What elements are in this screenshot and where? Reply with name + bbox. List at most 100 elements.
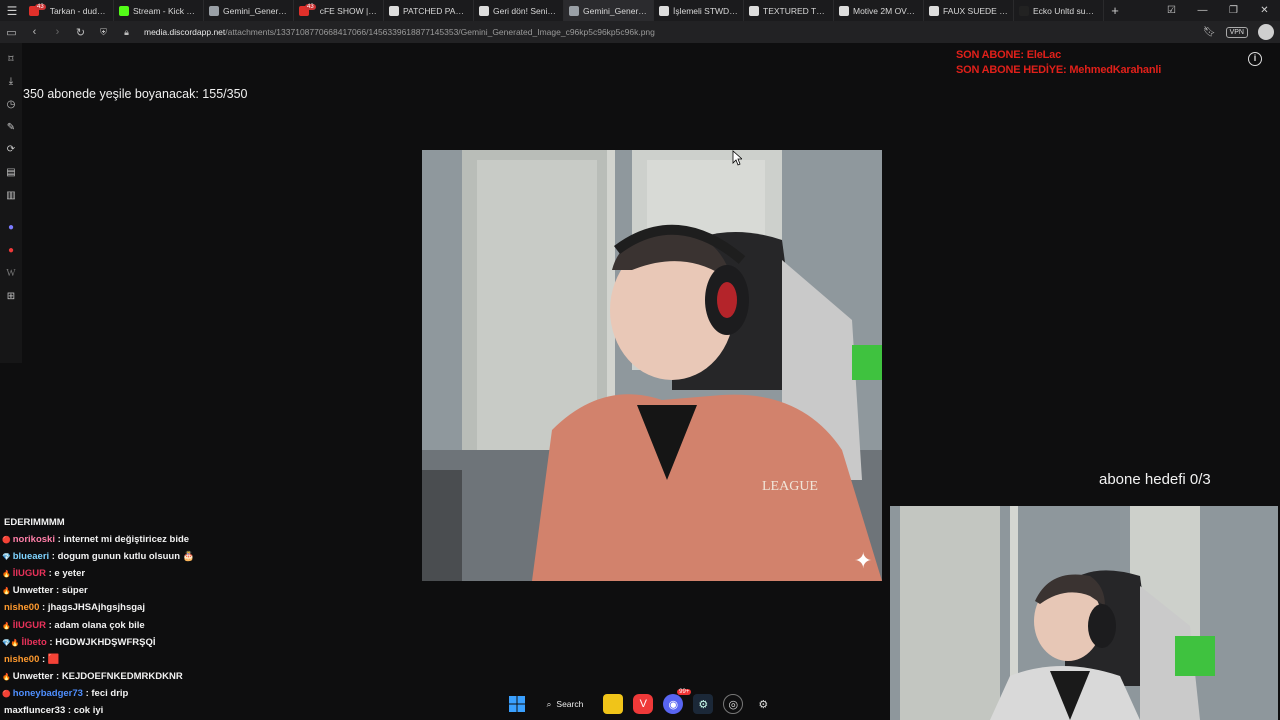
browser-tab[interactable]: TEXTURED TWILL J (744, 0, 834, 21)
tab-label: Gemini_Generated_ (223, 5, 288, 16)
calendar-icon[interactable]: ▤ (4, 166, 18, 180)
download-icon[interactable]: ⤓ (4, 75, 18, 89)
tab-overview-icon[interactable]: ☑ (1156, 5, 1187, 16)
close-button[interactable]: ✕ (1249, 5, 1280, 16)
maximize-button[interactable]: ❐ (1218, 5, 1249, 16)
last-sub-panel: SON ABONE: EleLac SON ABONE HEDİYE: Mehm… (956, 48, 1161, 77)
browser-tab[interactable]: Gemini_Generated_ (204, 0, 294, 21)
tab-label: İşlemeli STWD ceke (673, 5, 738, 16)
address-bar: ▭ ‹ › ↻ ⛨ 🔒︎ media.discordapp.net/attach… (0, 21, 1280, 43)
chat-username[interactable]: İlUGUR (13, 568, 46, 579)
browser-tab[interactable]: PATCHED PADDED (384, 0, 474, 21)
browser-tab[interactable]: Stream - Kick Dashb (114, 0, 204, 21)
sparkle-icon: ✦ (854, 548, 872, 573)
sub-goal-text: 350 abonede yeşile boyanacak: 155/350 (23, 87, 248, 101)
tab-favicon-icon (839, 5, 849, 16)
taskbar-search-button[interactable]: ⌕ Search (537, 693, 594, 715)
add-panel-icon[interactable]: ⊞ (4, 290, 18, 304)
chat-message: 🔥 Unwetter : KEJDOEFNKEDMRKDKNR (0, 668, 300, 685)
chat-message: nishe00 : jhagsJHSAjhgsjhsgaj (0, 599, 300, 616)
browser-tab[interactable]: İşlemeli STWD ceke (654, 0, 744, 21)
chat-badge-icon: 🔥 (2, 673, 11, 681)
browser-tab[interactable]: 43cFE SHOW | YILBAŞ (294, 0, 384, 21)
chat-message: 🔥 Unwetter : süper (0, 582, 300, 599)
history-icon[interactable]: ◷ (4, 98, 18, 112)
forward-button[interactable]: › (46, 26, 69, 38)
chat-username[interactable]: Unwetter (13, 671, 54, 682)
mastodon-icon[interactable]: ● (4, 221, 18, 235)
windows-start-icon[interactable] (507, 694, 527, 714)
chat-username[interactable]: Unwetter (13, 585, 54, 596)
chat-text: : dogum gunun kutlu olsuun 🎂 (49, 551, 195, 563)
obs-icon[interactable]: ◎ (723, 694, 744, 714)
chat-username[interactable]: blueaeri (13, 551, 49, 562)
panel-toggle-icon[interactable]: ▭ (0, 26, 23, 39)
browser-side-panel: ⌑ ⤓ ◷ ✎ ⟳ ▤ ▥ ● ● W ⊞ (0, 43, 22, 363)
reload-button[interactable]: ↻ (69, 26, 92, 39)
url-field[interactable]: media.discordapp.net/attachments/1337108… (138, 27, 1203, 37)
file-explorer-icon[interactable] (603, 694, 624, 714)
taskbar-search-label: Search (556, 699, 584, 709)
tab-label: Gemini_Generated_ (583, 5, 648, 16)
browser-tab[interactable]: Geri dön! Seni çok (474, 0, 564, 21)
profile-avatar[interactable] (1258, 24, 1274, 40)
minimize-button[interactable]: — (1187, 5, 1218, 16)
chat-badge-icon: 🔥 (2, 622, 11, 630)
chat-message: 🔥 İlUGUR : e yeter (0, 565, 300, 582)
new-tab-button[interactable]: + (1104, 3, 1126, 18)
shield-icon[interactable]: ⛨ (92, 27, 115, 38)
chat-username[interactable]: İlbeto (21, 637, 46, 648)
translate-icon[interactable]: ⟳ (4, 143, 18, 157)
chat-username[interactable]: nishe00 (4, 654, 39, 665)
chat-username[interactable]: norikoski (13, 534, 55, 545)
jacket-text: LEAGUE (762, 479, 818, 494)
browser-tab[interactable]: 43Tarkan - dudu (slow (24, 0, 114, 21)
url-domain: media.discordapp.net (144, 27, 226, 37)
mouse-cursor-icon (732, 150, 742, 166)
discord-badge: 99+ (677, 689, 692, 695)
sub-goal-counter: abone hedefi 0/3 (1099, 471, 1211, 488)
tab-label: Motive 2M OVersiz (853, 5, 918, 16)
tab-badge: 43 (35, 3, 46, 10)
browser-tab[interactable]: Gemini_Generated_ (564, 0, 654, 21)
notes-icon[interactable]: ✎ (4, 121, 18, 135)
settings-icon[interactable]: ⚙ (753, 694, 773, 714)
tab-favicon-icon (1019, 5, 1029, 16)
tab-favicon-icon (209, 5, 219, 16)
tab-label: Ecko Unltd suni de (1033, 5, 1098, 16)
vivaldi-icon[interactable]: ● (4, 244, 18, 258)
reader-icon[interactable]: ▥ (4, 189, 18, 203)
chat-username[interactable]: İlUGUR (13, 620, 46, 631)
chat-text: : adam olana çok bile (45, 619, 145, 631)
chat-username[interactable]: EDERIMMMM (4, 517, 65, 528)
tab-label: TEXTURED TWILL J (763, 5, 828, 16)
last-sub-text: SON ABONE: EleLac (956, 49, 1061, 61)
vivaldi-taskbar-icon[interactable]: V (633, 694, 654, 714)
back-button[interactable]: ‹ (23, 26, 46, 38)
last-gift-text: SON ABONE HEDİYE: MehmedKarahanli (956, 63, 1162, 76)
chat-text: : e yeter (45, 568, 86, 580)
chat-badge-icon: 💎 (2, 554, 11, 562)
chat-username[interactable]: nishe00 (4, 602, 39, 613)
menu-icon[interactable]: ☰ (0, 0, 24, 21)
tab-favicon-icon (929, 5, 939, 16)
tab-label: PATCHED PADDED (403, 5, 468, 16)
chat-text: : 🟥 (39, 653, 60, 665)
generated-image-graphic: LEAGUE ✦ (422, 150, 882, 581)
bookmark-icon[interactable]: ⌑ (4, 53, 18, 67)
chat-message: 💎🔥 İlbeto : HGDWJKHDŞWFRŞQİ (0, 634, 300, 651)
browser-tab[interactable]: FAUX SUEDE JACKE (924, 0, 1014, 21)
discord-icon[interactable]: ◉ 99+ (663, 689, 692, 714)
vpn-badge[interactable]: VPN (1225, 26, 1248, 38)
browser-tab[interactable]: Ecko Unltd suni de (1014, 0, 1104, 21)
info-icon[interactable]: i (1248, 52, 1262, 66)
tab-favicon-icon (389, 5, 399, 16)
bookmark-page-icon[interactable]: 🔖︎ (1203, 27, 1216, 38)
tab-favicon-icon (119, 5, 129, 16)
steam-icon[interactable]: ⚙ (693, 694, 714, 714)
wikipedia-icon[interactable]: W (4, 267, 18, 281)
lock-icon: 🔒︎ (124, 26, 129, 37)
browser-tab[interactable]: Motive 2M OVersiz (834, 0, 924, 21)
chat-text: : süper (53, 585, 88, 597)
generated-image[interactable]: LEAGUE ✦ (422, 150, 882, 581)
